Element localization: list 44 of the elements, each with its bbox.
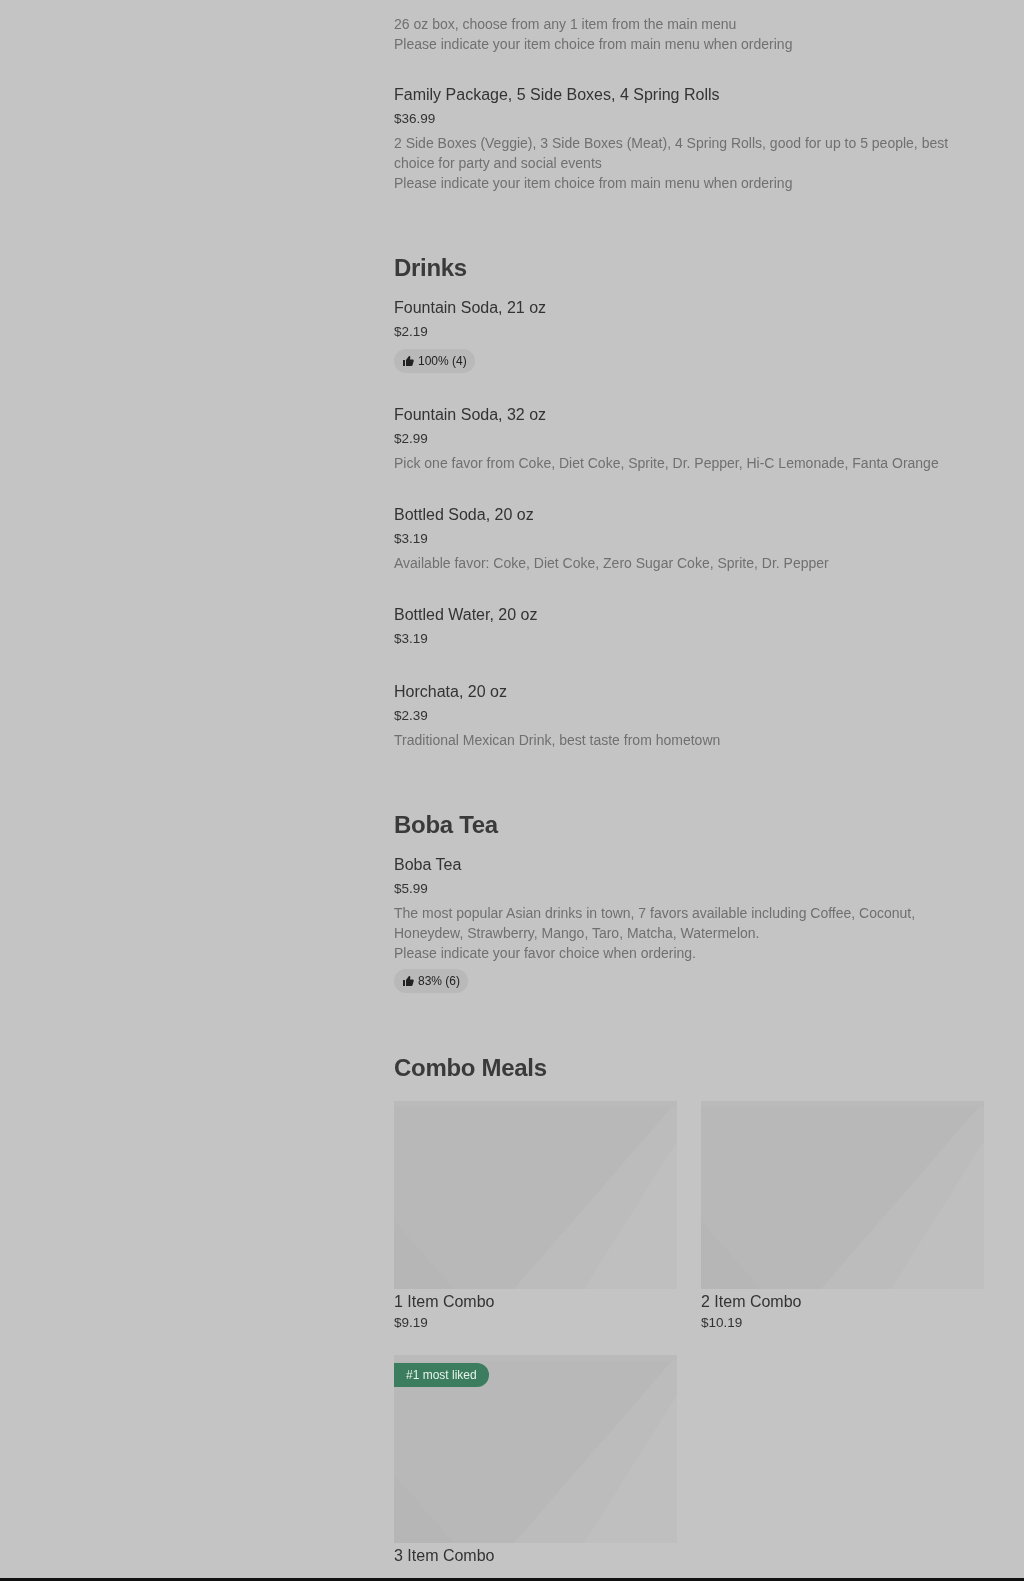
section-heading: Boba Tea bbox=[394, 810, 500, 840]
combo-name: 2 Item Combo bbox=[701, 1292, 803, 1312]
item-price: $5.99 bbox=[394, 880, 429, 898]
item-description: The most popular Asian drinks in town, 7 favors available including Coffee, Coconut, Honeydew, Strawberry, Mango, Taro, Matcha, Watermelon. bbox=[394, 904, 917, 943]
item-description: Traditional Mexican Drink, best taste from hometown bbox=[394, 731, 722, 750]
combo-name: 1 Item Combo bbox=[394, 1292, 496, 1312]
item-name: Fountain Soda, 32 oz bbox=[394, 405, 548, 425]
combo-name: 3 Item Combo bbox=[394, 1546, 496, 1566]
menu-item[interactable]: Bottled Water, 20 oz $3.19 bbox=[394, 604, 984, 681]
item-name: Boba Tea bbox=[394, 855, 463, 875]
menu-item[interactable]: Fountain Soda, 21 oz $2.19 100% (4) bbox=[394, 297, 984, 404]
item-name: Bottled Water, 20 oz bbox=[394, 605, 539, 625]
section-heading: Drinks bbox=[394, 253, 468, 283]
item-description: 26 oz box, choose from any 1 item from the main menu bbox=[394, 15, 738, 34]
rating-text: 100% (4) bbox=[418, 353, 467, 370]
combo-price: $10.19 bbox=[701, 1314, 744, 1332]
item-price: $36.99 bbox=[394, 110, 437, 128]
menu-item[interactable]: Bottled Soda, 20 oz $3.19 Available favor: Coke, Diet Coke, Zero Sugar Coke, Sprite, Dr. Pepper bbox=[394, 504, 984, 604]
item-description: Available favor: Coke, Diet Coke, Zero Sugar Coke, Sprite, Dr. Pepper bbox=[394, 554, 830, 573]
thumbs-up-icon bbox=[402, 975, 414, 987]
item-price: $3.19 bbox=[394, 530, 429, 548]
combo-card[interactable]: #1 most liked 3 Item Combo bbox=[394, 1355, 677, 1567]
combo-card[interactable]: 1 Item Combo $9.19 bbox=[394, 1101, 677, 1333]
item-name: Horchata, 20 oz bbox=[394, 682, 508, 702]
thumbs-up-icon bbox=[402, 355, 414, 367]
item-description: Please indicate your favor choice when ordering. bbox=[394, 944, 697, 963]
most-liked-badge: #1 most liked bbox=[394, 1363, 489, 1387]
menu-item[interactable]: Fountain Soda, 32 oz $2.99 Pick one favor from Coke, Diet Coke, Sprite, Dr. Pepper, Hi-C Lemonade, Fanta Orange bbox=[394, 404, 984, 504]
item-name: Family Package, 5 Side Boxes, 4 Spring Rolls bbox=[394, 85, 721, 105]
item-name: Bottled Soda, 20 oz bbox=[394, 505, 535, 525]
item-description: Pick one favor from Coke, Diet Coke, Sprite, Dr. Pepper, Hi-C Lemonade, Fanta Orange bbox=[394, 454, 940, 473]
item-name: Fountain Soda, 21 oz bbox=[394, 298, 548, 318]
item-description: Please indicate your item choice from main menu when ordering bbox=[394, 35, 794, 54]
combo-card[interactable]: 2 Item Combo $10.19 bbox=[701, 1101, 984, 1333]
section-heading: Combo Meals bbox=[394, 1053, 548, 1083]
item-description: 2 Side Boxes (Veggie), 3 Side Boxes (Meat), 4 Spring Rolls, good for up to 5 people, best choice for party and social events bbox=[394, 134, 950, 173]
item-price: $2.39 bbox=[394, 707, 429, 725]
item-price: $2.19 bbox=[394, 323, 429, 341]
combo-price: $9.19 bbox=[394, 1314, 429, 1332]
item-price: $2.99 bbox=[394, 430, 429, 448]
item-description: Please indicate your item choice from main menu when ordering bbox=[394, 174, 794, 193]
rating-text: 83% (6) bbox=[418, 973, 461, 990]
item-price: $3.19 bbox=[394, 630, 429, 648]
menu-item[interactable]: Horchata, 20 oz $2.39 Traditional Mexican Drink, best taste from hometown bbox=[394, 681, 984, 781]
